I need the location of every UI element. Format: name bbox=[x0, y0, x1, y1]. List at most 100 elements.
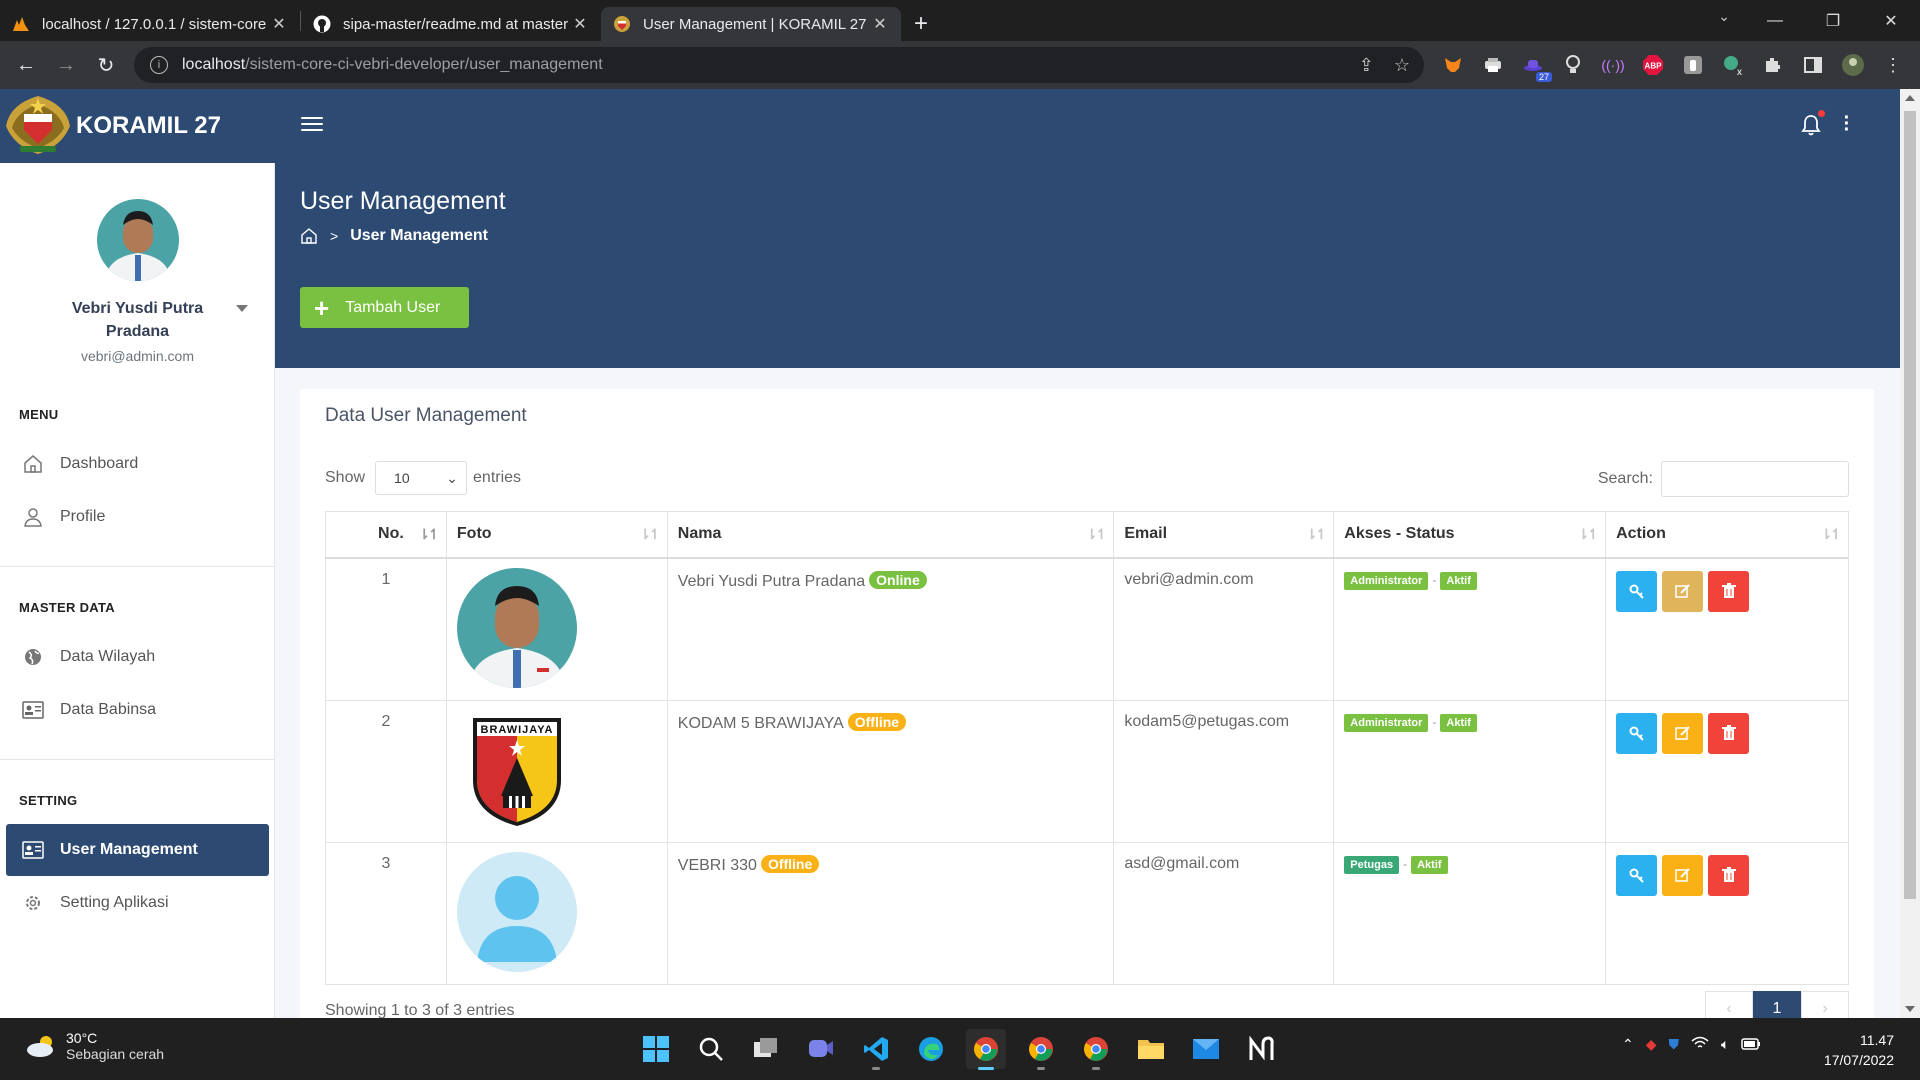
cell-no: 2 bbox=[325, 699, 447, 843]
chrome-profile-icon[interactable] bbox=[1021, 1029, 1061, 1070]
chevron-up-icon[interactable]: ⌃ bbox=[1622, 1036, 1634, 1053]
user-name[interactable]: Vebri Yusdi Putra Pradana bbox=[40, 297, 235, 343]
forward-arrow-icon[interactable]: → bbox=[46, 45, 86, 85]
sidebar: Vebri Yusdi Putra Pradana vebri@admin.co… bbox=[0, 163, 275, 1018]
chrome-profile-icon[interactable] bbox=[1076, 1029, 1116, 1070]
sidebar-item-setting-aplikasi[interactable]: Setting Aplikasi bbox=[6, 877, 269, 929]
reset-password-button[interactable] bbox=[1616, 570, 1658, 612]
script-extension-icon[interactable]: x bbox=[1718, 50, 1748, 80]
window-close-icon[interactable]: ✕ bbox=[1862, 0, 1920, 41]
status-badge: Offline bbox=[847, 712, 907, 731]
mail-icon[interactable] bbox=[1186, 1029, 1226, 1069]
tray-app-icon[interactable]: ◆ bbox=[1646, 1036, 1657, 1053]
sidebar-item-dashboard[interactable]: Dashboard bbox=[6, 438, 269, 490]
windows-start-icon[interactable] bbox=[636, 1029, 676, 1069]
hand-extension-icon[interactable] bbox=[1678, 50, 1708, 80]
puzzle-extensions-icon[interactable] bbox=[1758, 50, 1788, 80]
teams-chat-icon[interactable] bbox=[801, 1029, 841, 1069]
delete-button[interactable] bbox=[1708, 854, 1750, 896]
column-header-nama[interactable]: Nama ⇂↿ bbox=[666, 511, 1115, 559]
delete-button[interactable] bbox=[1708, 570, 1750, 612]
search-icon[interactable] bbox=[691, 1029, 731, 1069]
weather-widget[interactable]: 30°C Sebagian cerah bbox=[24, 1030, 164, 1062]
battery-icon[interactable] bbox=[1741, 1037, 1761, 1053]
close-icon[interactable]: ✕ bbox=[871, 14, 889, 34]
scroll-up-icon[interactable] bbox=[1905, 95, 1915, 101]
reload-icon[interactable]: ↻ bbox=[86, 45, 126, 85]
reset-password-button[interactable] bbox=[1616, 854, 1658, 896]
edge-icon[interactable] bbox=[911, 1029, 951, 1069]
tab-search-chevron-icon[interactable]: ⌄ bbox=[1718, 8, 1730, 25]
browser-tab-phpmyadmin[interactable]: localhost / 127.0.0.1 / sistem-core ✕ bbox=[0, 7, 300, 41]
bookmark-star-icon[interactable]: ☆ bbox=[1394, 55, 1410, 76]
app-n-icon[interactable] bbox=[1241, 1029, 1281, 1069]
hamburger-menu-icon[interactable] bbox=[301, 117, 323, 135]
printer-extension-icon[interactable] bbox=[1478, 50, 1508, 80]
column-label: Foto bbox=[456, 525, 492, 543]
restore-icon[interactable]: ❐ bbox=[1804, 0, 1862, 41]
notification-dot bbox=[1818, 110, 1825, 117]
column-header-email[interactable]: Email ⇂↿ bbox=[1113, 511, 1335, 559]
system-clock[interactable]: 11.47 17/07/2022 bbox=[1824, 1030, 1894, 1070]
share-icon[interactable]: ⇪ bbox=[1359, 55, 1374, 76]
file-explorer-icon[interactable] bbox=[1131, 1029, 1171, 1069]
plus-icon: + bbox=[314, 292, 330, 323]
broadcast-extension-icon[interactable]: ((·)) bbox=[1598, 50, 1628, 80]
close-icon[interactable]: ✕ bbox=[571, 14, 589, 34]
edit-button[interactable] bbox=[1662, 570, 1704, 612]
scrollbar-thumb[interactable] bbox=[1904, 111, 1916, 899]
browser-menu-icon[interactable]: ⋮ bbox=[1878, 50, 1908, 80]
reset-password-button[interactable] bbox=[1616, 712, 1658, 754]
add-user-button[interactable]: + Tambah User bbox=[300, 287, 469, 328]
wifi-icon[interactable] bbox=[1691, 1036, 1709, 1053]
url-host: localhost bbox=[182, 56, 246, 73]
browser-toolbar: ← → ↻ i localhost/sistem-core-ci-vebri-d… bbox=[0, 41, 1920, 89]
browser-tab-github[interactable]: sipa-master/readme.md at master ✕ bbox=[301, 7, 601, 41]
sidebar-item-data-babinsa[interactable]: Data Babinsa bbox=[6, 684, 269, 736]
edit-button[interactable] bbox=[1662, 854, 1704, 896]
column-header-action[interactable]: Action ⇂↿ bbox=[1605, 511, 1849, 559]
entries-select[interactable]: 10 ⌄ bbox=[375, 461, 468, 495]
address-bar[interactable]: i localhost/sistem-core-ci-vebri-develop… bbox=[134, 47, 1424, 83]
new-tab-button[interactable]: + bbox=[901, 7, 941, 41]
chevron-right-icon: > bbox=[330, 228, 339, 244]
home-icon[interactable] bbox=[300, 227, 318, 245]
sidebar-item-profile[interactable]: Profile bbox=[6, 491, 269, 543]
user-name-text: VEBRI 330 bbox=[677, 856, 757, 874]
page-header: User Management > User Management + Tamb… bbox=[275, 163, 1900, 368]
scroll-down-icon[interactable] bbox=[1905, 1006, 1915, 1012]
profile-avatar-icon[interactable] bbox=[1838, 50, 1868, 80]
status-badge: Online bbox=[869, 570, 927, 589]
sidepanel-icon[interactable] bbox=[1798, 50, 1828, 80]
column-header-no[interactable]: No. ⇂↿ bbox=[325, 511, 447, 559]
bell-icon[interactable] bbox=[1799, 110, 1825, 137]
site-info-icon[interactable]: i bbox=[150, 56, 168, 74]
column-header-akses-status[interactable]: Akses - Status ⇂↿ bbox=[1333, 511, 1607, 559]
task-view-icon[interactable] bbox=[746, 1029, 786, 1069]
sidebar-item-data-wilayah[interactable]: Data Wilayah bbox=[6, 631, 269, 683]
hat-extension-icon[interactable]: 27 bbox=[1518, 50, 1552, 82]
sidebar-item-user-management[interactable]: User Management bbox=[6, 824, 269, 876]
adblock-extension-icon[interactable]: ABP bbox=[1638, 50, 1668, 80]
more-vertical-icon[interactable]: · · · bbox=[1843, 108, 1851, 140]
caret-down-icon[interactable] bbox=[236, 305, 248, 312]
table-row: 1 Vebri Yusdi Putra Pradana Online vebri… bbox=[325, 557, 1849, 701]
search-input[interactable] bbox=[1661, 461, 1849, 497]
edit-button[interactable] bbox=[1662, 712, 1704, 754]
delete-button[interactable] bbox=[1708, 712, 1750, 754]
shield-icon[interactable]: ⛊ bbox=[1669, 1036, 1680, 1053]
browser-tab-user-management[interactable]: User Management | KORAMIL 27 ✕ bbox=[601, 7, 901, 41]
close-icon[interactable]: ✕ bbox=[270, 14, 288, 34]
page-scrollbar[interactable] bbox=[1900, 89, 1920, 1018]
lightbulb-extension-icon[interactable] bbox=[1558, 50, 1588, 80]
vscode-icon[interactable] bbox=[856, 1029, 896, 1070]
metamask-extension-icon[interactable] bbox=[1438, 50, 1468, 80]
avatar[interactable] bbox=[97, 199, 179, 281]
volume-icon[interactable]: 🔈︎ bbox=[1721, 1036, 1729, 1053]
column-header-foto[interactable]: Foto ⇂↿ bbox=[445, 511, 668, 559]
cell-nama: KODAM 5 BRAWIJAYA Offline bbox=[666, 699, 1115, 843]
brand-header[interactable]: KORAMIL 27 bbox=[0, 89, 275, 163]
minimize-icon[interactable]: — bbox=[1746, 0, 1804, 41]
back-arrow-icon[interactable]: ← bbox=[6, 45, 46, 85]
chrome-icon[interactable] bbox=[966, 1029, 1006, 1070]
